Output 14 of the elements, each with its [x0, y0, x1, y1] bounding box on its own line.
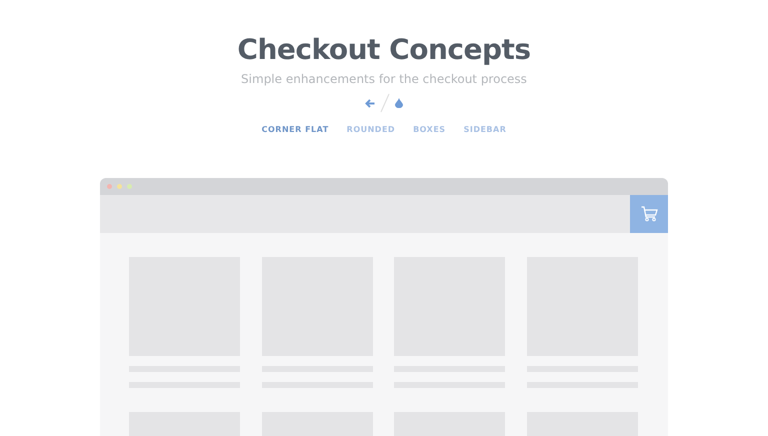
window-dot	[117, 184, 122, 189]
window-dot	[107, 184, 112, 189]
cart-icon	[640, 206, 658, 222]
slash-icon	[380, 93, 390, 113]
window-dot	[127, 184, 132, 189]
drop-icon[interactable]	[395, 98, 403, 108]
cart-button[interactable]	[630, 195, 668, 233]
page-subtitle: Simple enhancements for the checkout process	[241, 71, 527, 87]
nav-link[interactable]: BOXES	[413, 125, 446, 134]
nav-link[interactable]: SIDEBAR	[464, 125, 506, 134]
back-arrow-icon[interactable]	[365, 98, 375, 108]
nav-link[interactable]: CORNER FLAT	[262, 125, 329, 134]
nav-link[interactable]: ROUNDED	[346, 125, 396, 134]
page-title: Checkout Concepts	[237, 33, 531, 67]
